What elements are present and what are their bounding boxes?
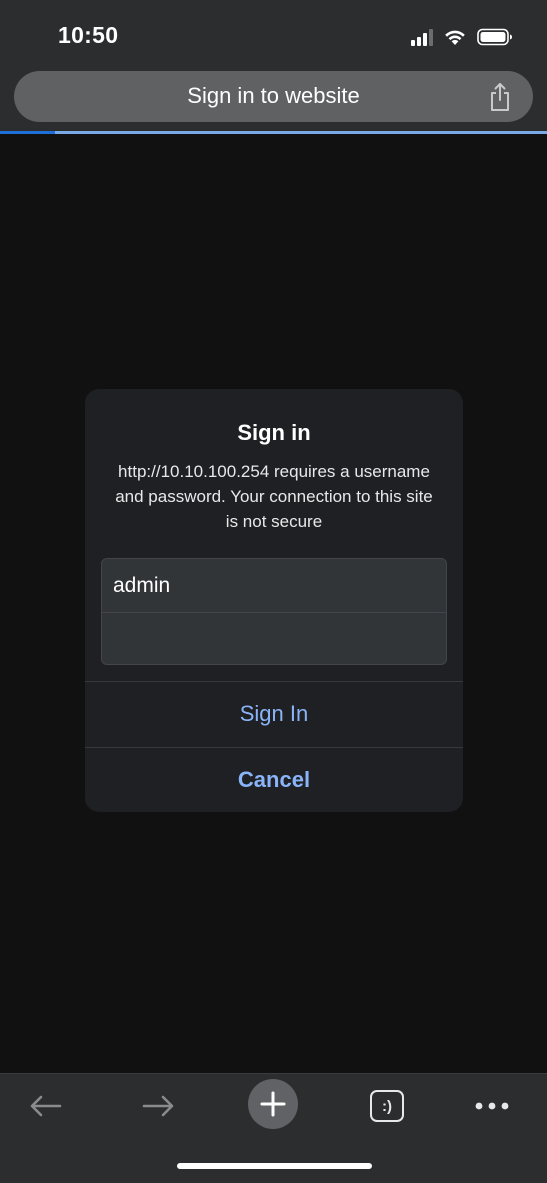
status-time: 10:50 bbox=[58, 22, 119, 48]
status-icons bbox=[411, 26, 513, 48]
cancel-button[interactable]: Cancel bbox=[85, 748, 463, 812]
wifi-icon bbox=[443, 28, 467, 46]
cellular-signal-icon bbox=[411, 28, 433, 46]
address-bar[interactable]: Sign in to website bbox=[14, 71, 533, 122]
new-tab-button[interactable] bbox=[248, 1079, 298, 1129]
page-load-progress-track bbox=[0, 131, 547, 134]
tab-switcher-button[interactable]: :) bbox=[366, 1082, 408, 1130]
share-icon[interactable] bbox=[487, 82, 513, 117]
back-arrow-icon bbox=[30, 1095, 62, 1117]
dialog-message: http://10.10.100.254 requires a username… bbox=[115, 462, 433, 531]
plus-icon bbox=[260, 1091, 286, 1117]
username-field[interactable] bbox=[102, 559, 446, 612]
tab-switcher-label: :) bbox=[370, 1090, 404, 1122]
password-field[interactable] bbox=[102, 613, 446, 664]
back-button[interactable] bbox=[22, 1082, 68, 1130]
page-load-progress-fill bbox=[0, 131, 55, 134]
dialog-title: Sign in bbox=[237, 420, 311, 445]
forward-button[interactable] bbox=[136, 1082, 182, 1130]
more-dots-icon bbox=[475, 1102, 509, 1110]
browser-top-chrome: 10:50 Sign in to website bbox=[0, 0, 547, 134]
more-menu-button[interactable] bbox=[468, 1082, 516, 1130]
address-title: Sign in to website bbox=[187, 83, 360, 108]
credentials-fields bbox=[101, 558, 447, 665]
sign-in-button[interactable]: Sign In bbox=[85, 682, 463, 746]
http-auth-dialog: Sign in http://10.10.100.254 requires a … bbox=[85, 389, 463, 812]
battery-icon bbox=[477, 28, 513, 46]
home-indicator bbox=[177, 1163, 372, 1169]
forward-arrow-icon bbox=[142, 1095, 174, 1117]
